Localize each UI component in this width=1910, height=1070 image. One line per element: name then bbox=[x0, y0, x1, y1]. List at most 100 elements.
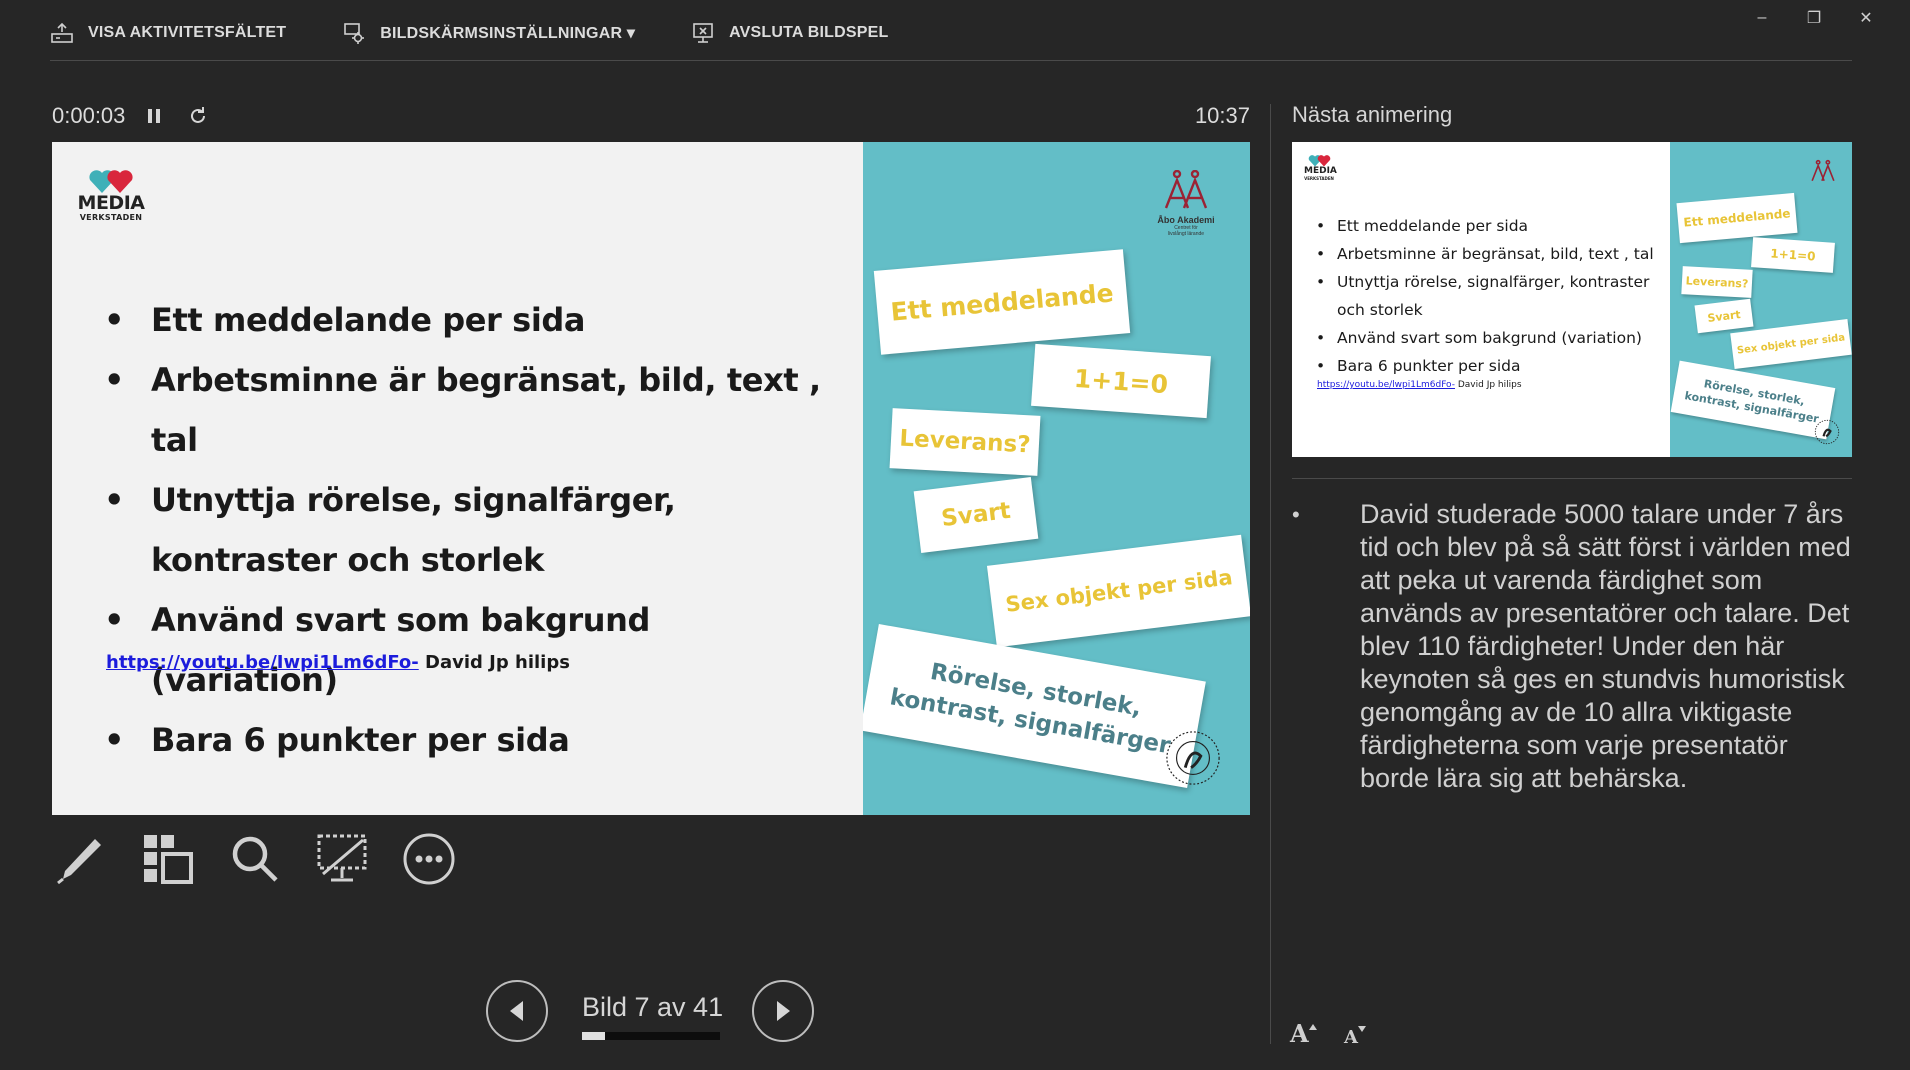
next-logo-subtitle: VERKSTADEN bbox=[1304, 176, 1334, 181]
presenter-toolbar: VISA AKTIVITETSFÄLTET BILDSKÄRMSINSTÄLLN… bbox=[50, 18, 944, 48]
link-author: David Jp hilips bbox=[418, 652, 570, 673]
toolbar-divider bbox=[50, 60, 1852, 61]
card-ett-meddelande: Ett meddelande bbox=[873, 249, 1131, 355]
magnifier-icon bbox=[232, 836, 278, 882]
see-all-slides-button[interactable] bbox=[139, 830, 197, 888]
slide-counter: Bild 7 av 41 bbox=[582, 992, 724, 1022]
slide-bullet: Använd svart som bakgrund (variation) bbox=[104, 590, 844, 710]
elapsed-timer: 0:00:03 bbox=[52, 103, 126, 128]
foundation-seal-icon bbox=[1814, 419, 1840, 445]
display-settings-label: BILDSKÄRMSINSTÄLLNINGAR ▾ bbox=[380, 25, 636, 42]
logo-name: MEDIA bbox=[77, 192, 145, 214]
next-slide-bullet-list: Ett meddelande per sida Arbetsminne är b… bbox=[1316, 212, 1661, 380]
current-time: 10:37 bbox=[1194, 103, 1250, 128]
speaker-notes[interactable]: David studerade 5000 talare under 7 års … bbox=[1292, 498, 1852, 795]
media-verkstaden-logo: MEDIA VERKSTADEN bbox=[76, 168, 146, 222]
slide-image-panel: Åbo Akademi Centret för livslångt lärand… bbox=[863, 142, 1250, 815]
card-equation: 1+1=0 bbox=[1031, 343, 1211, 419]
speaker-note: David studerade 5000 talare under 7 års … bbox=[1292, 498, 1852, 795]
slide-source: https://youtu.be/Iwpi1Lm6dFo- David Jp h… bbox=[106, 652, 570, 673]
next-slide-preview[interactable]: MEDIA VERKSTADEN Ett meddelande per sida… bbox=[1292, 142, 1852, 457]
decrease-font-label: A bbox=[1344, 1027, 1358, 1048]
show-taskbar-label: VISA AKTIVITETSFÄLTET bbox=[88, 24, 287, 41]
pane-divider[interactable] bbox=[1270, 104, 1271, 1044]
black-screen-icon bbox=[317, 834, 367, 882]
next-slide-logo: MEDIA VERKSTADEN bbox=[1304, 154, 1337, 181]
chevron-left-icon bbox=[510, 1001, 523, 1021]
end-slideshow-button[interactable]: AVSLUTA BILDSPEL bbox=[691, 21, 888, 45]
taskbar-icon bbox=[51, 22, 73, 43]
next-slide-image-panel: Ett meddelande 1+1=0 Leverans? Svart Sex… bbox=[1670, 142, 1852, 457]
card-rorelse: Rörelse, storlek, kontrast, signalfärger bbox=[863, 623, 1206, 789]
card-sex-objekt: Sex objekt per sida bbox=[986, 534, 1250, 648]
show-taskbar-button[interactable]: VISA AKTIVITETSFÄLTET bbox=[50, 21, 286, 45]
red-heart-icon bbox=[107, 170, 133, 193]
slide-navigation: Bild 7 av 41 bbox=[486, 978, 816, 1044]
window-controls: – ❐ ✕ bbox=[1736, 4, 1892, 32]
caret-up-icon bbox=[1308, 1024, 1317, 1030]
card-leverans: Leverans? bbox=[889, 408, 1041, 476]
zoom-button[interactable] bbox=[226, 830, 284, 888]
slide-tools bbox=[52, 830, 487, 888]
more-options-button[interactable] bbox=[400, 830, 458, 888]
next-youtube-link: https://youtu.be/lwpi1Lm6dFo- bbox=[1317, 380, 1455, 390]
display-settings-button[interactable]: BILDSKÄRMSINSTÄLLNINGAR ▾ bbox=[342, 21, 635, 45]
abo-akademi-emblem-icon bbox=[1811, 159, 1835, 182]
abo-name: Åbo Akademi bbox=[1157, 215, 1215, 225]
increase-font-button[interactable]: A bbox=[1290, 1018, 1330, 1048]
slide-grid-icon bbox=[144, 835, 193, 884]
increase-font-label: A bbox=[1290, 1019, 1309, 1048]
end-slideshow-icon bbox=[693, 23, 713, 43]
pause-timer-button[interactable] bbox=[139, 101, 169, 131]
timer-bar: 0:00:03 10:37 bbox=[52, 100, 1250, 132]
black-screen-button[interactable] bbox=[313, 830, 371, 888]
next-card-equation: 1+1=0 bbox=[1751, 237, 1835, 273]
card-svart: Svart bbox=[913, 477, 1039, 553]
slide-bullet: Ett meddelande per sida bbox=[104, 290, 844, 350]
abo-akademi-emblem-icon bbox=[1164, 169, 1208, 209]
pen-tool-button[interactable] bbox=[52, 830, 110, 888]
abo-subtitle-2: livslångt lärande bbox=[1167, 231, 1205, 237]
more-options-icon bbox=[403, 833, 455, 885]
next-logo-name: MEDIA bbox=[1304, 166, 1337, 176]
slide-progress-bar bbox=[582, 1032, 720, 1040]
pause-icon bbox=[148, 109, 161, 123]
abo-akademi-logo: Åbo Akademi Centret för livslångt lärand… bbox=[1156, 169, 1216, 237]
decrease-font-button[interactable]: A bbox=[1344, 1018, 1384, 1048]
slide-bullet-list: Ett meddelande per sida Arbetsminne är b… bbox=[104, 290, 844, 770]
display-settings-icon bbox=[344, 23, 365, 44]
next-slide-source: https://youtu.be/lwpi1Lm6dFo- David Jp h… bbox=[1317, 380, 1522, 390]
next-slide-bullet: Arbetsminne är begränsat, bild, text , t… bbox=[1316, 240, 1661, 268]
notes-font-controls: A A bbox=[1290, 1018, 1398, 1048]
restore-button[interactable]: ❐ bbox=[1788, 4, 1840, 32]
caret-down-icon bbox=[1357, 1026, 1366, 1032]
next-slide-bullet: Använd svart som bakgrund (variation) bbox=[1316, 324, 1661, 352]
foundation-seal-icon bbox=[1166, 731, 1220, 785]
next-slide-bullet: Ett meddelande per sida bbox=[1316, 212, 1661, 240]
end-slideshow-label: AVSLUTA BILDSPEL bbox=[729, 24, 889, 41]
restart-icon bbox=[191, 107, 206, 123]
minimize-button[interactable]: – bbox=[1736, 4, 1788, 32]
close-button[interactable]: ✕ bbox=[1840, 4, 1892, 32]
next-slide-content: MEDIA VERKSTADEN Ett meddelande per sida… bbox=[1292, 142, 1670, 457]
next-link-author: David Jp hilips bbox=[1454, 380, 1522, 390]
notes-divider bbox=[1292, 478, 1852, 479]
slide-content: MEDIA VERKSTADEN Ett meddelande per sida… bbox=[52, 142, 863, 815]
next-animation-title: Nästa animering bbox=[1292, 102, 1453, 127]
current-slide[interactable]: MEDIA VERKSTADEN Ett meddelande per sida… bbox=[52, 142, 1250, 815]
next-card-rorelse: Rörelse, storlek, kontrast, signalfärger bbox=[1670, 360, 1836, 440]
slide-bullet: Arbetsminne är begränsat, bild, text , t… bbox=[104, 350, 844, 470]
logo-subtitle: VERKSTADEN bbox=[79, 213, 143, 222]
previous-slide-button[interactable] bbox=[486, 980, 548, 1042]
progress-fill bbox=[582, 1032, 606, 1040]
slide-bullet: Utnyttja rörelse, signalfärger, kontrast… bbox=[104, 470, 844, 590]
restart-timer-button[interactable] bbox=[183, 101, 213, 131]
next-card-ett-meddelande: Ett meddelande bbox=[1676, 192, 1798, 244]
slide-bullet: Bara 6 punkter per sida bbox=[104, 710, 844, 770]
next-slide-bullet: Bara 6 punkter per sida bbox=[1316, 352, 1661, 380]
pen-icon bbox=[57, 839, 101, 885]
youtube-link[interactable]: https://youtu.be/Iwpi1Lm6dFo- bbox=[106, 652, 419, 673]
next-slide-bullet: Utnyttja rörelse, signalfärger, kontrast… bbox=[1316, 268, 1661, 324]
next-slide-button[interactable] bbox=[752, 980, 814, 1042]
next-card-leverans: Leverans? bbox=[1681, 266, 1753, 298]
